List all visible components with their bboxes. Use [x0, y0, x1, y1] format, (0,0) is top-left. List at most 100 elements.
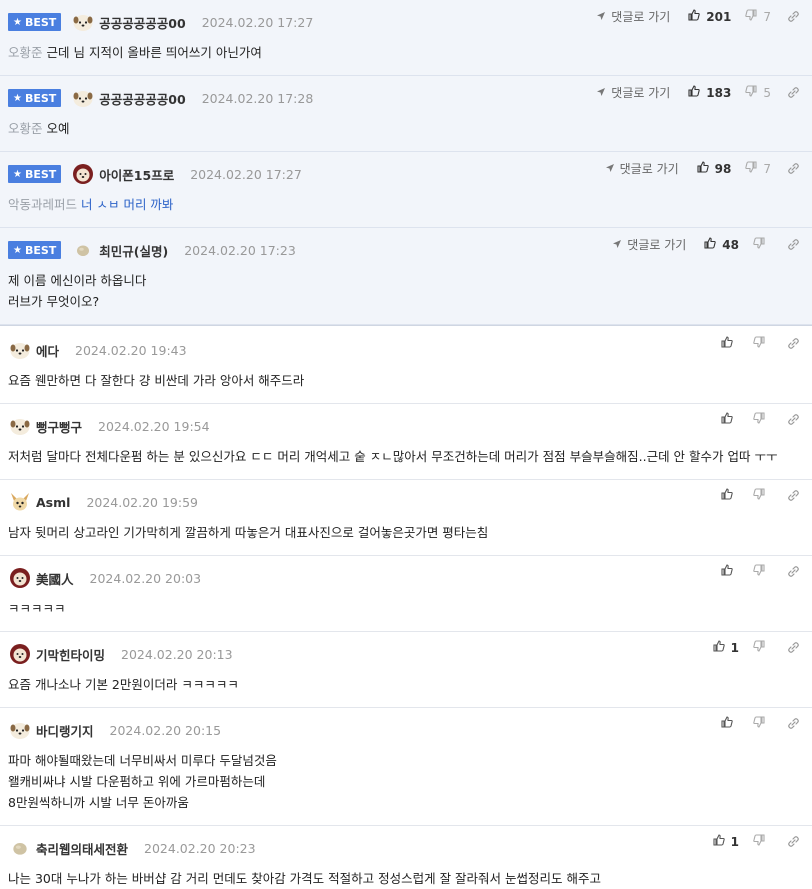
- comment-actions: [721, 564, 800, 579]
- thumbs-down-icon: [753, 412, 771, 427]
- comment-body: 요즘 웬만하면 다 잘한다 걍 비싼데 가라 앙아서 해주드라: [8, 362, 804, 403]
- thumbs-up-icon: [704, 237, 722, 252]
- upvote-button[interactable]: 183: [688, 85, 731, 100]
- downvote-button[interactable]: [753, 564, 771, 579]
- comment: 기막힌타이밍 2024.02.20 20:13 1 요즘 개나소나 기본 2만원이더라…: [0, 632, 812, 708]
- best-comment: ★ BEST 공공공공공공00 2024.02.20 17:28 댓글로 가기 183 5 오…: [0, 76, 812, 152]
- nickname[interactable]: 최민규(실명): [99, 241, 168, 260]
- link-icon[interactable]: [787, 162, 800, 175]
- link-icon[interactable]: [787, 717, 800, 730]
- comment-actions: [721, 716, 800, 731]
- downvote-button[interactable]: [753, 237, 771, 252]
- nickname[interactable]: 아이폰15프로: [99, 165, 174, 184]
- comment-actions: [721, 488, 800, 503]
- nickname[interactable]: 공공공공공공00: [99, 13, 185, 32]
- link-icon[interactable]: [787, 565, 800, 578]
- dog-avatar-icon: [71, 10, 95, 34]
- thumbs-down-icon: [753, 237, 771, 252]
- comment-date: 2024.02.20 19:54: [98, 418, 210, 434]
- comment-text: 요즘 개나소나 기본 2만원이더라 ㅋㅋㅋㅋㅋ: [8, 677, 239, 692]
- upvote-button[interactable]: [721, 564, 739, 579]
- link-icon[interactable]: [787, 835, 800, 848]
- downvote-count: 7: [763, 9, 771, 24]
- thumbs-up-icon: [713, 640, 731, 655]
- upvote-button[interactable]: 48: [704, 237, 739, 252]
- link-icon[interactable]: [787, 413, 800, 426]
- reply-mention[interactable]: 오황준: [8, 121, 43, 136]
- comment-date: 2024.02.20 17:27: [201, 14, 314, 30]
- poodle-avatar-icon: [8, 566, 32, 590]
- reply-mention[interactable]: 오황준: [8, 45, 43, 60]
- comment-header: 뻥구뻥구 2024.02.20 19:54: [8, 414, 804, 438]
- comment-text: ㅋㅋㅋㅋㅋ: [8, 601, 66, 616]
- comment-date: 2024.02.20 17:28: [201, 90, 314, 106]
- link-icon[interactable]: [787, 641, 800, 654]
- thumbs-up-icon: [721, 716, 739, 731]
- comment-text: 나는 30대 누나가 하는 바버샵 감 거리 먼데도 찾아감 가격도 적절하고 …: [8, 871, 602, 886]
- comment-date: 2024.02.20 17:23: [184, 242, 296, 258]
- downvote-count: 5: [763, 85, 771, 100]
- upvote-button[interactable]: 201: [688, 9, 731, 24]
- upvote-button[interactable]: 1: [713, 640, 739, 655]
- comment-date: 2024.02.20 19:59: [86, 494, 199, 510]
- nickname[interactable]: 에다: [36, 341, 59, 360]
- comment-text: 남자 뒷머리 상고라인 기가막히게 깔끔하게 따놓은거 대표사진으로 걸어놓은곳…: [8, 525, 489, 540]
- goto-comment-button[interactable]: 댓글로 가기: [605, 160, 679, 177]
- goto-comment-label: 댓글로 가기: [611, 10, 671, 24]
- comment-text: 너 ㅅㅂ 머리 까봐: [81, 197, 174, 212]
- upvote-count: 98: [714, 161, 732, 176]
- comment-actions: 댓글로 가기 98 7: [605, 160, 800, 177]
- nickname[interactable]: 뻥구뻥구: [36, 417, 82, 436]
- downvote-button[interactable]: [753, 488, 771, 503]
- link-icon[interactable]: [787, 337, 800, 350]
- comment-body: ㅋㅋㅋㅋㅋ: [8, 590, 804, 631]
- nickname[interactable]: 공공공공공공00: [99, 89, 185, 108]
- comment: 뻥구뻥구 2024.02.20 19:54 저처럼 달마다 전체다운펌 하는 분 있…: [0, 404, 812, 480]
- comment-header: 기막힌타이밍 2024.02.20 20:13: [8, 642, 804, 666]
- comment: Asml 2024.02.20 19:59 남자 뒷머리 상고라인 기가막히게 깔끔…: [0, 480, 812, 556]
- comment-body: 오황준 오예: [8, 110, 804, 151]
- nickname[interactable]: 바디랭기지: [36, 721, 94, 740]
- comment-actions: 댓글로 가기 183 5: [596, 84, 800, 101]
- star-icon: ★: [13, 244, 22, 256]
- downvote-button[interactable]: [753, 412, 771, 427]
- upvote-button[interactable]: 98: [697, 161, 732, 176]
- comment-body: 남자 뒷머리 상고라인 기가막히게 깔끔하게 따놓은거 대표사진으로 걸어놓은곳…: [8, 514, 804, 555]
- nickname[interactable]: 美國人: [36, 569, 74, 588]
- comment-text: 요즘 웬만하면 다 잘한다 걍 비싼데 가라 앙아서 해주드라: [8, 373, 305, 388]
- best-badge: ★ BEST: [8, 89, 62, 107]
- comment-actions: [721, 336, 800, 351]
- poodle-avatar-icon: [8, 642, 32, 666]
- best-badge-label: BEST: [24, 167, 57, 181]
- link-icon[interactable]: [787, 489, 800, 502]
- link-icon[interactable]: [787, 86, 800, 99]
- nickname[interactable]: 축리웹의태세전환: [36, 839, 128, 858]
- send-arrow-icon: [605, 162, 620, 176]
- comment: 美國人 2024.02.20 20:03 ㅋㅋㅋㅋㅋ: [0, 556, 812, 632]
- downvote-button[interactable]: 7: [745, 161, 771, 176]
- goto-comment-button[interactable]: 댓글로 가기: [612, 236, 686, 253]
- downvote-button[interactable]: [753, 834, 771, 849]
- thumbs-down-icon: [753, 488, 771, 503]
- comment-body: 오황준 근데 님 지적이 올바른 띄어쓰기 아닌가여: [8, 34, 804, 75]
- link-icon[interactable]: [787, 238, 800, 251]
- upvote-button[interactable]: [721, 488, 739, 503]
- comment-date: 2024.02.20 20:23: [144, 840, 256, 856]
- upvote-button[interactable]: 1: [713, 834, 739, 849]
- downvote-button[interactable]: [753, 716, 771, 731]
- downvote-button[interactable]: [753, 640, 771, 655]
- nickname[interactable]: Asml: [36, 495, 70, 510]
- upvote-button[interactable]: [721, 336, 739, 351]
- upvote-button[interactable]: [721, 716, 739, 731]
- goto-comment-button[interactable]: 댓글로 가기: [596, 8, 670, 25]
- downvote-button[interactable]: 7: [745, 9, 771, 24]
- downvote-button[interactable]: 5: [745, 85, 771, 100]
- downvote-button[interactable]: [753, 336, 771, 351]
- thumbs-down-icon: [753, 834, 771, 849]
- goto-comment-button[interactable]: 댓글로 가기: [596, 84, 670, 101]
- upvote-button[interactable]: [721, 412, 739, 427]
- reply-mention[interactable]: 악동과레퍼드: [8, 197, 77, 212]
- link-icon[interactable]: [787, 10, 800, 23]
- nickname[interactable]: 기막힌타이밍: [36, 645, 105, 664]
- goto-comment-label: 댓글로 가기: [619, 162, 679, 176]
